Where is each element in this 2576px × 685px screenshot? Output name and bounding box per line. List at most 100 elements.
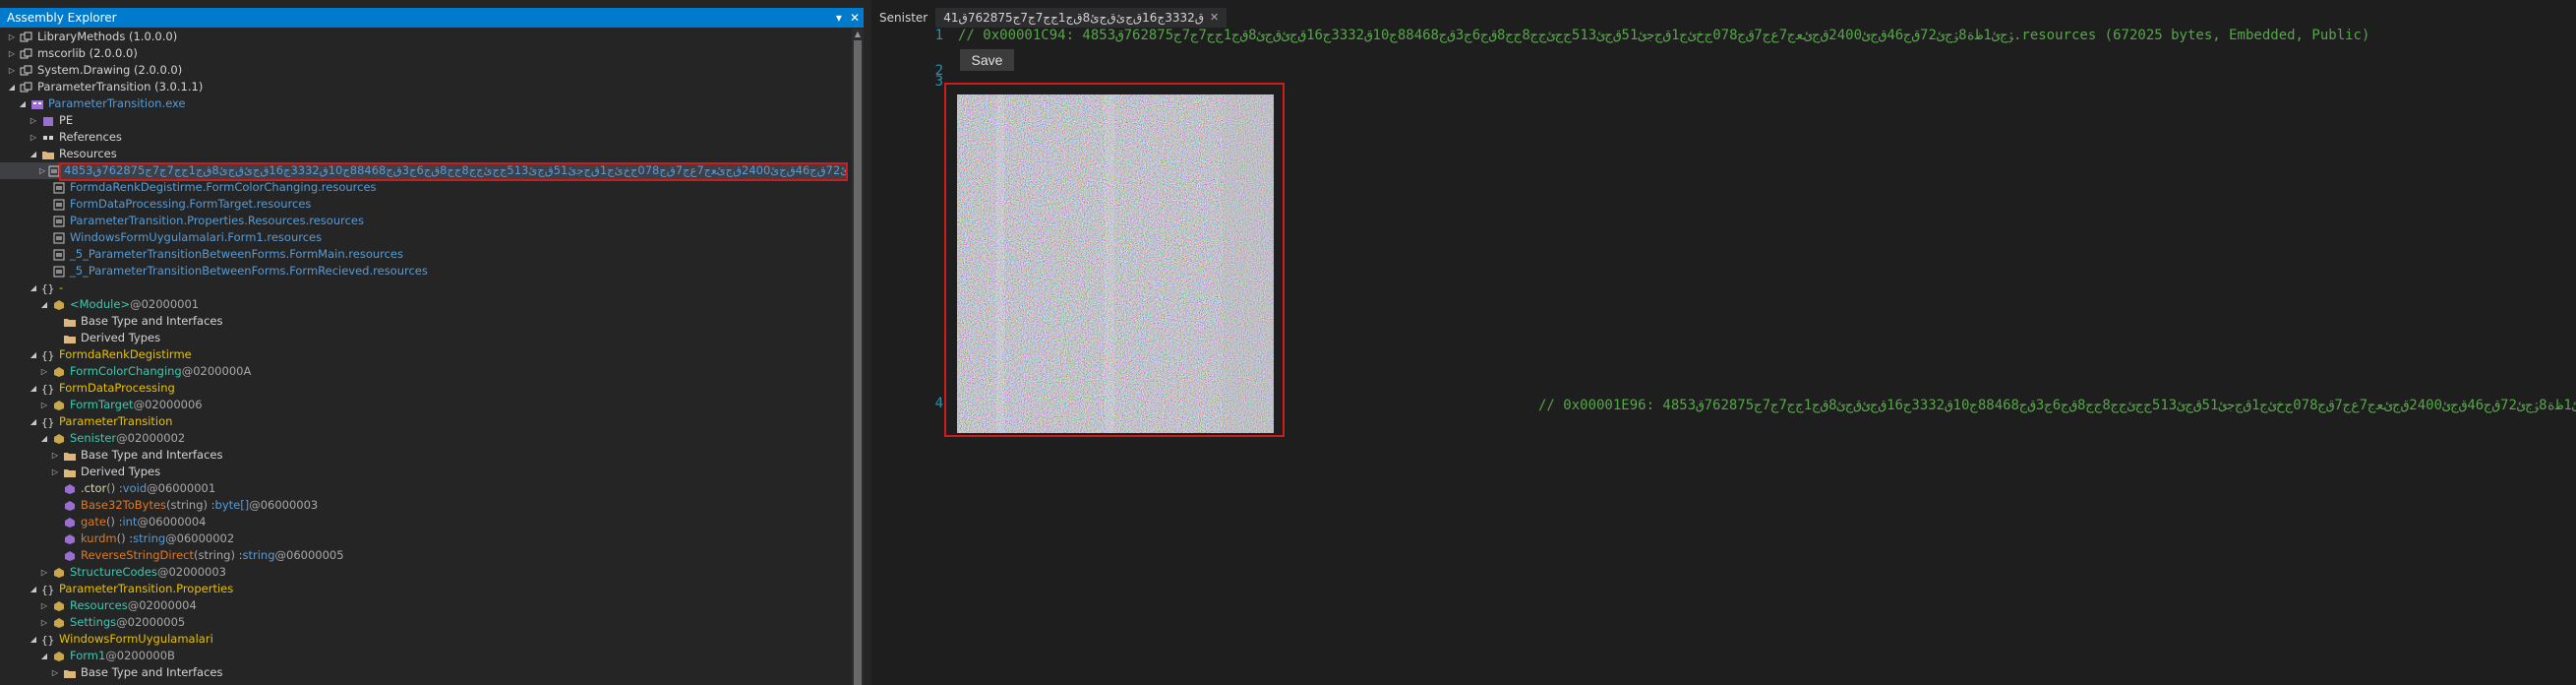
namespace-icon: {} [40,348,56,362]
tree-row[interactable]: FormdaRenkDegistirme.FormColorChanging.r… [0,179,848,196]
tree-row[interactable]: Base Type and Interfaces [0,313,848,330]
collapse-arrow-icon[interactable]: ▷ [50,447,60,464]
collapse-arrow-icon[interactable]: ▷ [39,614,49,631]
assembly-icon [19,64,34,78]
tree-row[interactable]: Base32ToBytes (string) : byte[] @06000003 [0,497,848,514]
tree-item-label: FormdaRenkDegistirme.FormColorChanging.r… [70,180,377,194]
tree-row[interactable]: ▷ FormTarget @02000006 [0,397,848,413]
expand-arrow-icon[interactable]: ◢ [29,346,38,363]
collapse-arrow-icon[interactable]: ▷ [39,162,45,179]
folder-icon [62,449,78,463]
expand-arrow-icon[interactable]: ◢ [39,296,49,313]
tree-row[interactable]: ▷ Resources @02000004 [0,597,848,614]
svg-text:{}: {} [41,383,54,395]
tree-row[interactable]: ▷ PE [0,112,848,129]
tree-item-label: FormDataProcessing [59,381,175,395]
tree-row[interactable]: ◢{} ParameterTransition.Properties [0,581,848,597]
line-number: 4 [934,396,943,411]
tree-row-selected[interactable]: ▷4853ﯣﺝﺉ1ﻇﺓ8ﯣﺝﺉ72ﻕﺝ46ﻕﺝﺉ2400ﻕﺝﺉﻌﺝ7ﻉﺝ7ﻕﺝ0… [0,162,848,181]
tree-row[interactable]: _5_ParameterTransitionBetweenForms.FormR… [0,263,848,280]
collapse-arrow-icon[interactable]: ▷ [50,664,60,681]
collapse-arrow-icon[interactable]: ▷ [39,597,49,614]
method-signature: (string) : [193,548,243,562]
tree-row[interactable]: ReverseStringDirect (string) : string @06… [0,547,848,564]
close-icon[interactable]: ✕ [850,11,860,25]
tree-row[interactable]: ▷ Derived Types [0,464,848,480]
expand-arrow-icon[interactable]: ◢ [39,430,49,447]
close-tab-icon[interactable]: ✕ [1210,8,1219,28]
collapse-arrow-icon[interactable]: ▷ [39,564,49,581]
tree-row[interactable]: kurdm() : string @06000002 [0,530,848,547]
tree-row[interactable]: ◢{} FormDataProcessing [0,380,848,397]
expand-arrow-icon[interactable]: ◢ [29,146,38,162]
tree-item-label: Base Type and Interfaces [81,314,223,328]
tree-row[interactable]: ParameterTransition.Properties.Resources… [0,213,848,229]
expand-arrow-icon[interactable]: ◢ [29,631,38,648]
tree-row[interactable]: ▷ References [0,129,848,146]
tree-row[interactable]: FormDataProcessing.FormTarget.resources [0,196,848,213]
tree-row[interactable]: ▷ LibraryMethods (1.0.0.0) [0,29,848,45]
noise-image [957,94,1274,433]
method-signature: () : [106,481,123,495]
tree-row[interactable]: ◢ Resources [0,146,848,162]
collapse-arrow-icon[interactable]: ▷ [7,29,17,45]
tree-row[interactable]: ◢ ParameterTransition (3.0.1.1) [0,79,848,95]
collapse-arrow-icon[interactable]: ▷ [7,62,17,79]
tree-row[interactable]: ◢{} FormdaRenkDegistirme [0,346,848,363]
tree-row[interactable]: ◢{} - [0,280,848,296]
dropdown-icon[interactable]: ▾ [836,11,842,25]
expand-arrow-icon[interactable]: ◢ [29,581,38,597]
tree-row[interactable]: ◢ Form1 @0200000B [0,648,848,664]
tree-row[interactable]: ▷ FormColorChanging @0200000A [0,363,848,380]
collapse-arrow-icon[interactable]: ▷ [50,464,60,480]
tree-row[interactable]: ◢{} WindowsFormUygulamalari [0,631,848,648]
tree-row[interactable]: ▷ Base Type and Interfaces [0,447,848,464]
tree-item-label: PE [59,113,74,127]
folder-icon [62,332,78,345]
tree-item-label: .ctor [81,481,107,495]
tree-row[interactable]: ◢{} ParameterTransition [0,413,848,430]
tree-row[interactable]: ▷ mscorlib (2.0.0.0) [0,45,848,62]
scrollbar-thumb[interactable] [854,40,862,685]
tab-senister[interactable]: Senister [871,8,935,28]
tree-row[interactable]: ◢ Senister @02000002 [0,430,848,447]
tree-item-label: Derived Types [81,465,161,478]
collapse-arrow-icon[interactable]: ▷ [39,397,49,413]
tab-resource[interactable]: 41ﻕ3332ﺝ16ﻕﺝﺉﻕﺝﺉ8ﻕﺝ1ﺝﺝ7ﺝ7ﺝ762875ﻕ ✕ [935,8,1228,28]
tree-row[interactable]: ◢ ParameterTransition.exe [0,95,848,112]
tree-row[interactable]: ▷ Base Type and Interfaces [0,664,848,681]
method-icon [62,516,78,529]
tree-row[interactable]: _5_ParameterTransitionBetweenForms.FormM… [0,246,848,263]
tree-scrollbar[interactable]: ▲ [852,29,864,685]
expand-arrow-icon[interactable]: ◢ [29,280,38,296]
code-editor[interactable]: 1 // 0x00001C94: 4853ﯣﺝﺉ1ﻇﺓ8ﯣﺝﺉ72ﻕﺝ46ﻕﺝﺉ… [871,28,2576,685]
collapse-arrow-icon[interactable]: ▷ [7,45,17,62]
namespace-icon: {} [40,415,56,429]
tree-row[interactable]: ▷ StructureCodes @02000003 [0,564,848,581]
expand-arrow-icon[interactable]: ◢ [29,413,38,430]
collapse-arrow-icon[interactable]: ▷ [29,112,38,129]
tree-item-label: ParameterTransition.Properties [59,582,234,595]
resource-icon [51,215,67,228]
tree-row[interactable]: .ctor() : void @06000001 [0,480,848,497]
tree-row[interactable]: ▷ Settings @02000005 [0,614,848,631]
scroll-up-icon[interactable]: ▲ [852,29,864,40]
collapse-arrow-icon[interactable]: ▷ [39,363,49,380]
expand-arrow-icon[interactable]: ◢ [18,95,28,112]
assembly-tree[interactable]: ▷ LibraryMethods (1.0.0.0) ▷ mscorlib (2.0.… [0,29,848,685]
expand-arrow-icon[interactable]: ◢ [39,648,49,664]
tree-item-label: WindowsFormUygulamalari.Form1.resources [70,230,323,244]
tree-row[interactable]: Derived Types [0,330,848,346]
tree-row[interactable]: gate() : int @06000004 [0,514,848,530]
tree-item-label: _5_ParameterTransitionBetweenForms.FormR… [70,264,428,278]
expand-arrow-icon[interactable]: ◢ [7,79,17,95]
tree-row[interactable]: ◢ <Module> @02000001 [0,296,848,313]
tree-row[interactable]: ▷ System.Drawing (2.0.0.0) [0,62,848,79]
tree-item-label: ParameterTransition.exe [48,96,186,110]
save-button[interactable]: Save [960,49,1014,71]
metadata-token: @06000004 [137,515,207,529]
collapse-arrow-icon[interactable]: ▷ [29,129,38,146]
tree-row[interactable]: WindowsFormUygulamalari.Form1.resources [0,229,848,246]
method-signature: () : [105,515,123,529]
expand-arrow-icon[interactable]: ◢ [29,380,38,397]
